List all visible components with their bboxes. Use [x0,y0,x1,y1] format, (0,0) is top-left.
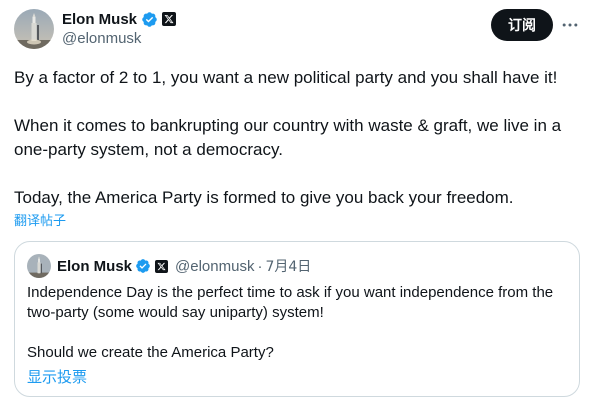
quoted-paragraph: Independence Day is the perfect time to … [27,284,554,321]
author-handle[interactable]: @elonmusk [62,30,176,47]
quoted-author-handle: @elonmusk [175,257,255,275]
tweet-text: By a factor of 2 to 1, you want a new po… [14,66,582,210]
verified-badge-icon[interactable] [141,11,158,28]
x-logo-icon [155,259,169,273]
author-info: Elon Musk @elonmusk [62,9,177,47]
separator-dot: · [257,257,263,275]
rocket-launch-avatar-icon [27,254,51,278]
author-avatar[interactable] [14,9,54,49]
quoted-tweet[interactable]: Elon Musk @elonmusk · 7月4日 Independence … [14,241,580,397]
author-name-row: Elon Musk [62,9,177,29]
tweet-paragraph: When it comes to bankrupting our country… [14,116,562,159]
more-options-button[interactable] [558,14,582,36]
tweet-card: Elon Musk @elonmusk 订阅 By a factor of 2 … [0,0,590,409]
quoted-date[interactable]: 7月4日 [265,256,311,276]
verified-badge-icon [135,258,151,274]
rocket-launch-avatar-icon [14,9,54,49]
quoted-author-avatar[interactable] [27,254,51,278]
translate-post-link[interactable]: 翻译帖子 [14,210,66,229]
subscribe-button[interactable]: 订阅 [491,9,553,41]
quoted-header: Elon Musk @elonmusk · 7月4日 [57,256,311,276]
quoted-paragraph: Should we create the America Party? [27,344,274,361]
show-poll-link[interactable]: 显示投票 [27,366,87,387]
author-name[interactable]: Elon Musk [62,11,137,28]
x-logo-icon [162,12,177,26]
quoted-author-name: Elon Musk [57,257,133,275]
tweet-paragraph: Today, the America Party is formed to gi… [14,188,514,207]
tweet-paragraph: By a factor of 2 to 1, you want a new po… [14,68,558,87]
quoted-text: Independence Day is the perfect time to … [27,283,567,363]
more-horizontal-icon [562,23,578,27]
